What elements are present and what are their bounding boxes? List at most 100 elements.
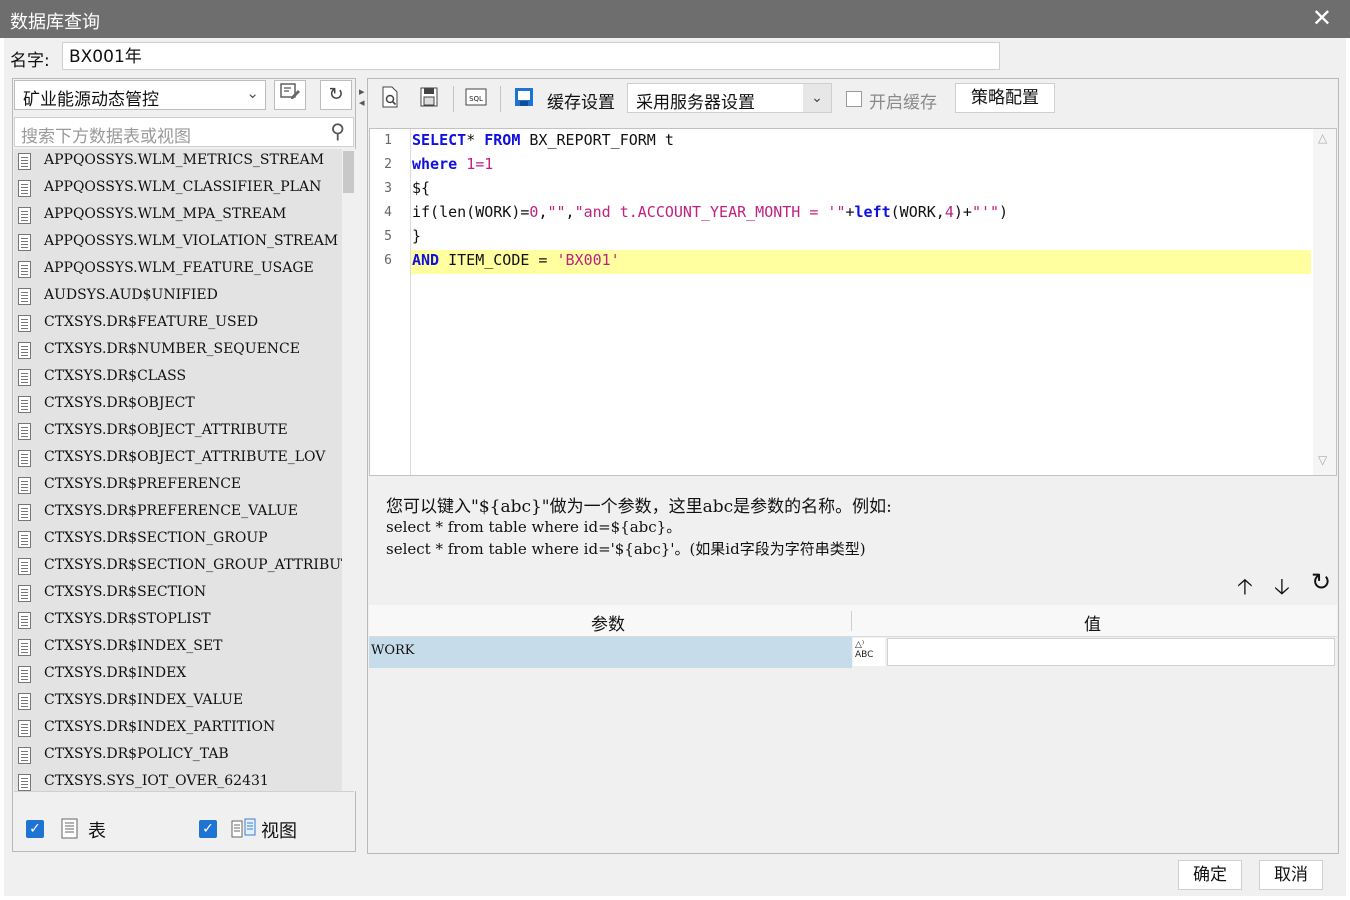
scroll-down-icon[interactable]: ▽ xyxy=(1318,453,1327,467)
table-icon xyxy=(18,774,31,791)
scroll-up-icon[interactable]: △ xyxy=(1318,131,1327,145)
list-item[interactable]: APPQOSSYS.WLM_FEATURE_USAGE xyxy=(14,257,342,284)
list-item[interactable]: CTXSYS.DR$SECTION xyxy=(14,581,342,608)
table-row[interactable]: WORK xyxy=(369,637,852,668)
code-token: AND xyxy=(412,251,440,269)
edit-datasource-button[interactable] xyxy=(274,80,306,110)
cache-mode-select[interactable]: 采用服务器设置 ⌄ xyxy=(627,83,832,113)
name-input[interactable]: BX001年 xyxy=(62,42,1000,70)
cancel-button[interactable]: 取消 xyxy=(1259,860,1323,890)
list-item[interactable]: CTXSYS.DR$OBJECT_ATTRIBUTE_LOV xyxy=(14,446,342,473)
code-line[interactable]: where 1=1 xyxy=(412,152,493,176)
list-item[interactable]: CTXSYS.DR$SECTION_GROUP_ATTRIBUTE xyxy=(14,554,342,581)
list-item[interactable]: APPQOSSYS.WLM_METRICS_STREAM xyxy=(14,149,342,176)
list-item[interactable]: APPQOSSYS.WLM_MPA_STREAM xyxy=(14,203,342,230)
list-item[interactable]: CTXSYS.DR$OBJECT_ATTRIBUTE xyxy=(14,419,342,446)
strategy-config-button[interactable]: 策略配置 xyxy=(955,83,1055,113)
list-item[interactable]: CTXSYS.DR$STOPLIST xyxy=(14,608,342,635)
list-item[interactable]: CTXSYS.DR$NUMBER_SEQUENCE xyxy=(14,338,342,365)
line-number: 4 xyxy=(384,205,392,220)
line-number: 5 xyxy=(384,229,392,244)
table-icon xyxy=(18,612,31,629)
cache-mode-value: 采用服务器设置 xyxy=(636,93,755,113)
search-placeholder: 搜索下方数据表或视图 xyxy=(21,127,191,147)
datasource-select[interactable]: 矿业能源动态管控 ⌄ xyxy=(14,80,266,110)
cache-icon[interactable] xyxy=(512,86,536,112)
ok-button[interactable]: 确定 xyxy=(1178,860,1242,890)
text-type-icon[interactable]: △⁾ ABC xyxy=(853,638,885,666)
datasource-value: 矿业能源动态管控 xyxy=(23,90,159,110)
list-item[interactable]: APPQOSSYS.WLM_VIOLATION_STREAM xyxy=(14,230,342,257)
code-token: 'BX001' xyxy=(556,251,620,269)
list-item[interactable]: CTXSYS.DR$INDEX xyxy=(14,662,342,689)
list-item[interactable]: CTXSYS.DR$PREFERENCE xyxy=(14,473,342,500)
list-item[interactable]: CTXSYS.DR$OBJECT xyxy=(14,392,342,419)
window-title: 数据库查询 xyxy=(10,12,100,33)
table-icon xyxy=(18,585,31,602)
view-filter-label: 视图 xyxy=(261,821,297,842)
refresh-params-icon[interactable]: ↻ xyxy=(1311,568,1331,596)
table-filter-checkbox[interactable]: ✓ xyxy=(26,820,44,838)
code-line[interactable]: ${ xyxy=(412,176,430,200)
table-name: CTXSYS.DR$PREFERENCE xyxy=(44,476,242,492)
table-list[interactable]: APPQOSSYS.WLM_METRICS_STREAM APPQOSSYS.WL… xyxy=(14,149,342,791)
table-search-input[interactable]: 搜索下方数据表或视图 ⚲ xyxy=(14,117,354,147)
param-value-input[interactable] xyxy=(887,638,1335,666)
preview-icon[interactable] xyxy=(378,86,402,112)
sql-format-icon[interactable]: SQL xyxy=(464,86,488,112)
table-list-hscrollbar[interactable] xyxy=(14,791,354,804)
table-name: AUDSYS.AUD$UNIFIED xyxy=(44,287,218,303)
code-token: )+ xyxy=(953,203,972,221)
value-column-header: 值 xyxy=(1084,615,1101,635)
table-icon xyxy=(18,396,31,413)
list-item[interactable]: CTXSYS.DR$INDEX_SET xyxy=(14,635,342,662)
table-name: CTXSYS.DR$INDEX_PARTITION xyxy=(44,719,276,735)
move-down-icon[interactable]: 🡣 xyxy=(1274,570,1290,608)
chevron-down-icon: ⌄ xyxy=(246,84,259,102)
code-token: where xyxy=(412,155,458,173)
list-item[interactable]: CTXSYS.DR$INDEX_VALUE xyxy=(14,689,342,716)
splitter-arrows-icon[interactable]: ▸ ◂ xyxy=(359,86,365,108)
list-item[interactable]: AUDSYS.AUD$UNIFIED xyxy=(14,284,342,311)
editor-scrollbar[interactable]: △ ▽ xyxy=(1313,129,1336,475)
name-label: 名字: xyxy=(10,51,50,71)
code-token: if(len(WORK)= xyxy=(412,203,530,221)
enable-cache-checkbox[interactable] xyxy=(846,91,862,107)
table-name: APPQOSSYS.WLM_MPA_STREAM xyxy=(44,206,287,222)
code-token: , xyxy=(565,203,575,221)
code-token: "" xyxy=(547,203,566,221)
sql-editor[interactable] xyxy=(369,128,1337,476)
move-up-icon[interactable]: 🡡 xyxy=(1237,570,1253,608)
list-item[interactable]: CTXSYS.DR$FEATURE_USED xyxy=(14,311,342,338)
table-icon xyxy=(18,261,31,278)
param-name: WORK xyxy=(371,643,415,658)
list-item[interactable]: CTXSYS.SYS_IOT_OVER_62431 xyxy=(14,770,342,791)
refresh-button[interactable]: ↻ xyxy=(320,80,352,110)
code-line[interactable]: AND ITEM_CODE = 'BX001' xyxy=(412,248,620,272)
code-token: ${ xyxy=(412,179,431,197)
code-token: (WORK, xyxy=(890,203,945,221)
line-number: 6 xyxy=(384,253,392,268)
list-item[interactable]: APPQOSSYS.WLM_CLASSIFIER_PLAN xyxy=(14,176,342,203)
table-icon xyxy=(18,234,31,251)
table-icon xyxy=(18,369,31,386)
list-item[interactable]: CTXSYS.DR$CLASS xyxy=(14,365,342,392)
list-item[interactable]: CTXSYS.DR$POLICY_TAB xyxy=(14,743,342,770)
table-list-scrollbar[interactable] xyxy=(342,149,356,791)
save-sql-icon[interactable] xyxy=(417,86,441,112)
code-token: * xyxy=(466,131,485,149)
list-item[interactable]: CTXSYS.DR$SECTION_GROUP xyxy=(14,527,342,554)
table-name: CTXSYS.DR$NUMBER_SEQUENCE xyxy=(44,341,300,357)
scrollbar-thumb[interactable] xyxy=(343,151,354,193)
table-icon xyxy=(18,342,31,359)
list-item[interactable]: CTXSYS.DR$PREFERENCE_VALUE xyxy=(14,500,342,527)
edit-connection-icon xyxy=(280,83,300,99)
code-line[interactable]: SELECT* FROM BX_REPORT_FORM t xyxy=(412,128,674,152)
close-icon[interactable]: ✕ xyxy=(1312,4,1332,32)
table-icon xyxy=(18,666,31,683)
view-filter-checkbox[interactable]: ✓ xyxy=(199,820,217,838)
table-icon xyxy=(18,639,31,656)
code-line[interactable]: } xyxy=(412,224,421,248)
list-item[interactable]: CTXSYS.DR$INDEX_PARTITION xyxy=(14,716,342,743)
code-line[interactable]: if(len(WORK)=0,"","and t.ACCOUNT_YEAR_MO… xyxy=(412,200,1008,224)
